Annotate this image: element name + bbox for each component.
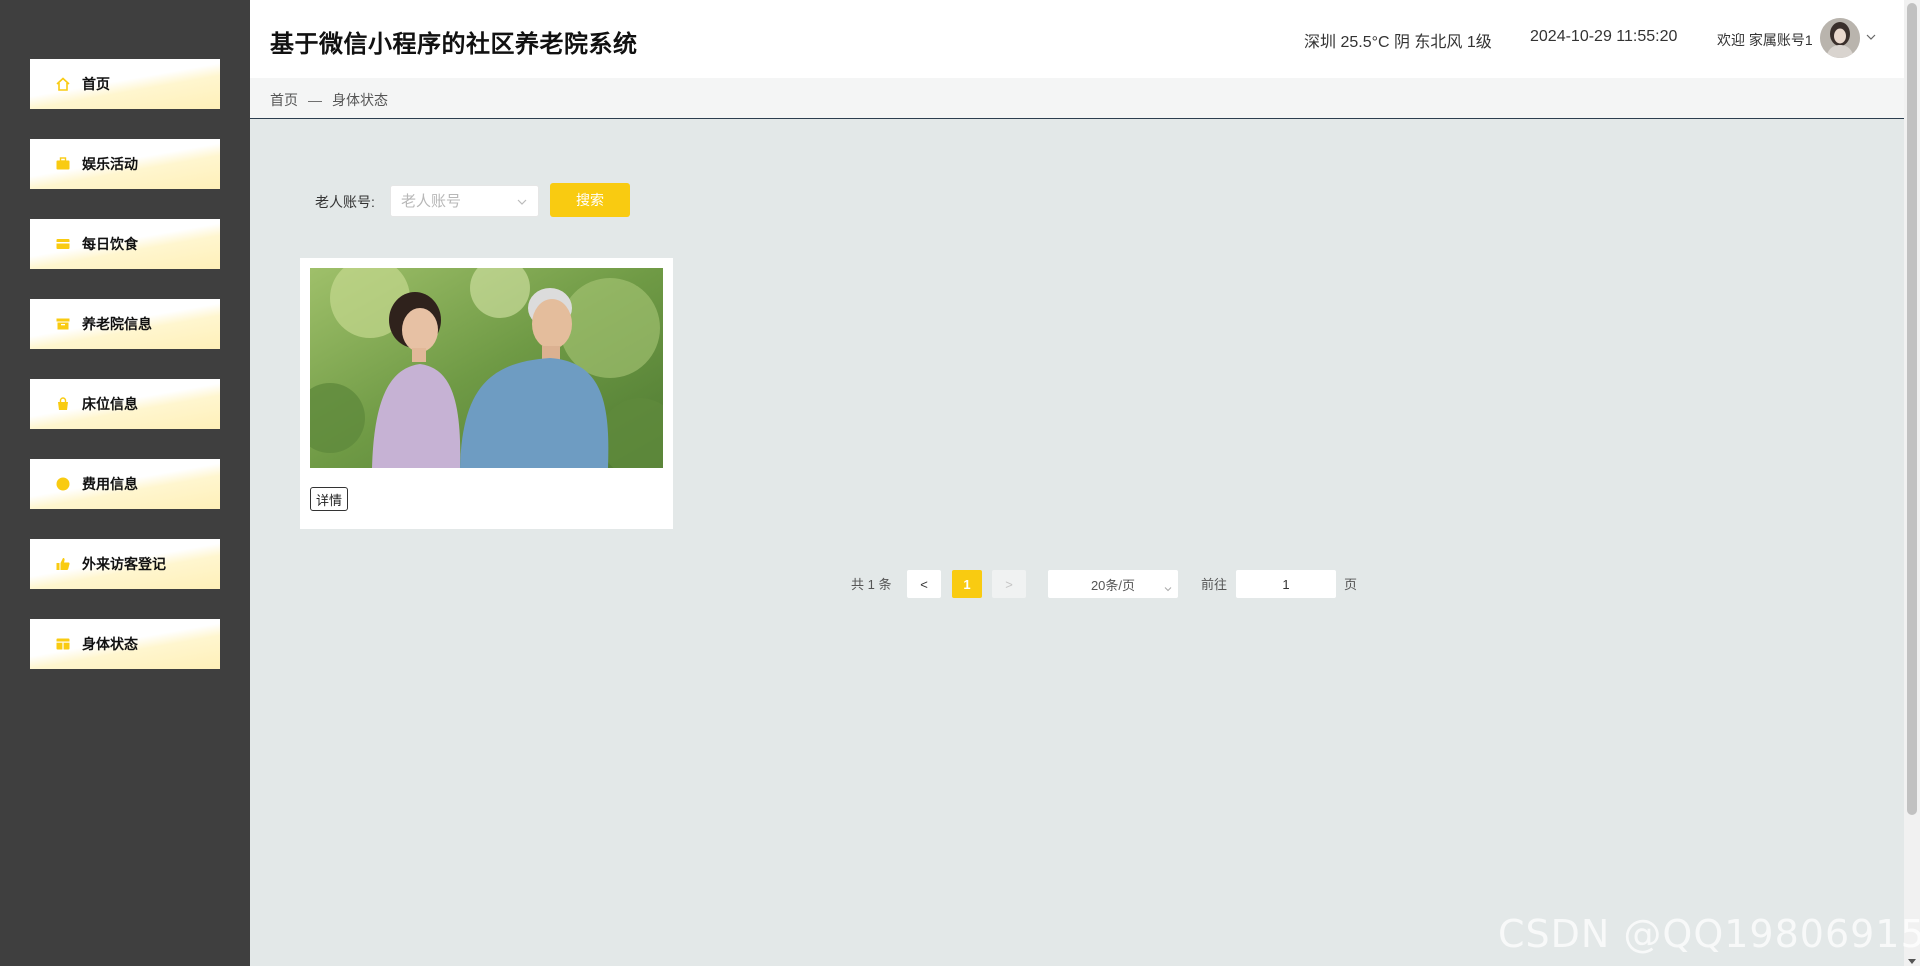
search-button[interactable]: 搜索 — [550, 183, 630, 217]
search-label: 老人账号: — [315, 194, 375, 210]
pagination-total: 共 1 条 — [851, 577, 892, 592]
goto-page-input[interactable] — [1236, 570, 1336, 598]
page-size-select[interactable]: 20条/页 — [1048, 570, 1178, 598]
chevron-down-icon — [516, 195, 528, 207]
chevron-down-icon[interactable] — [1864, 30, 1878, 44]
sidebar-item-label: 床位信息 — [82, 396, 138, 412]
archive-icon — [54, 315, 72, 333]
bag-icon — [54, 395, 72, 413]
current-datetime: 2024-10-29 11:55:20 — [1530, 28, 1678, 45]
breadcrumb-bar: 首页 — 身体状态 — [250, 78, 1904, 119]
page-unit-label: 页 — [1344, 577, 1358, 592]
elderly-couple-photo[interactable] — [310, 268, 663, 468]
home-icon — [54, 75, 72, 93]
sidebar-item-label: 首页 — [82, 76, 110, 92]
sidebar-item-label: 娱乐活动 — [82, 156, 138, 172]
sidebar-item-label: 养老院信息 — [82, 316, 152, 332]
sidebar-item-daily-diet[interactable]: 每日饮食 — [30, 219, 220, 269]
chevron-down-icon — [1163, 581, 1173, 592]
card-icon — [54, 235, 72, 253]
breadcrumb: 首页 — 身体状态 — [270, 90, 388, 110]
sidebar-item-physical-status[interactable]: 身体状态 — [30, 619, 220, 669]
sidebar-item-bed-info[interactable]: 床位信息 — [30, 379, 220, 429]
sidebar-item-visitor-registration[interactable]: 外来访客登记 — [30, 539, 220, 589]
scrollbar-thumb[interactable] — [1907, 3, 1917, 815]
sidebar-item-label: 身体状态 — [82, 636, 138, 652]
breadcrumb-current: 身体状态 — [332, 92, 388, 108]
watermark: CSDN @QQ1980691580 — [1498, 912, 1920, 956]
coin-icon — [54, 475, 72, 493]
next-page-button[interactable]: > — [992, 570, 1026, 598]
app-title: 基于微信小程序的社区养老院系统 — [270, 31, 638, 58]
calendar-icon — [54, 635, 72, 653]
welcome-user: 欢迎 家属账号1 — [1717, 32, 1813, 48]
weather-info: 深圳 25.5°C 阴 东北风 1级 — [1304, 34, 1492, 51]
detail-button[interactable]: 详情 — [310, 487, 349, 511]
sidebar: 首页 娱乐活动 每日饮食 养老院信息 床位信息 费用信息 外来访客登记 身体状态 — [0, 0, 250, 966]
breadcrumb-home[interactable]: 首页 — [270, 92, 298, 108]
sidebar-item-label: 费用信息 — [82, 476, 138, 492]
top-header: 基于微信小程序的社区养老院系统 深圳 25.5°C 阴 东北风 1级 2024-… — [250, 0, 1904, 78]
page-number-button[interactable]: 1 — [952, 570, 982, 598]
sidebar-item-home[interactable]: 首页 — [30, 59, 220, 109]
avatar[interactable] — [1820, 18, 1860, 58]
sidebar-item-activities[interactable]: 娱乐活动 — [30, 139, 220, 189]
scrollbar[interactable] — [1904, 0, 1920, 966]
briefcase-icon — [54, 155, 72, 173]
sidebar-item-label: 每日饮食 — [82, 236, 138, 252]
goto-label: 前往 — [1201, 577, 1228, 592]
breadcrumb-separator: — — [308, 92, 322, 108]
sidebar-item-nursing-home-info[interactable]: 养老院信息 — [30, 299, 220, 349]
sidebar-item-label: 外来访客登记 — [82, 556, 166, 572]
prev-page-button[interactable]: < — [907, 570, 941, 598]
status-card[interactable]: 详情 — [300, 258, 673, 529]
thumbs-up-icon — [54, 555, 72, 573]
sidebar-item-fee-info[interactable]: 费用信息 — [30, 459, 220, 509]
